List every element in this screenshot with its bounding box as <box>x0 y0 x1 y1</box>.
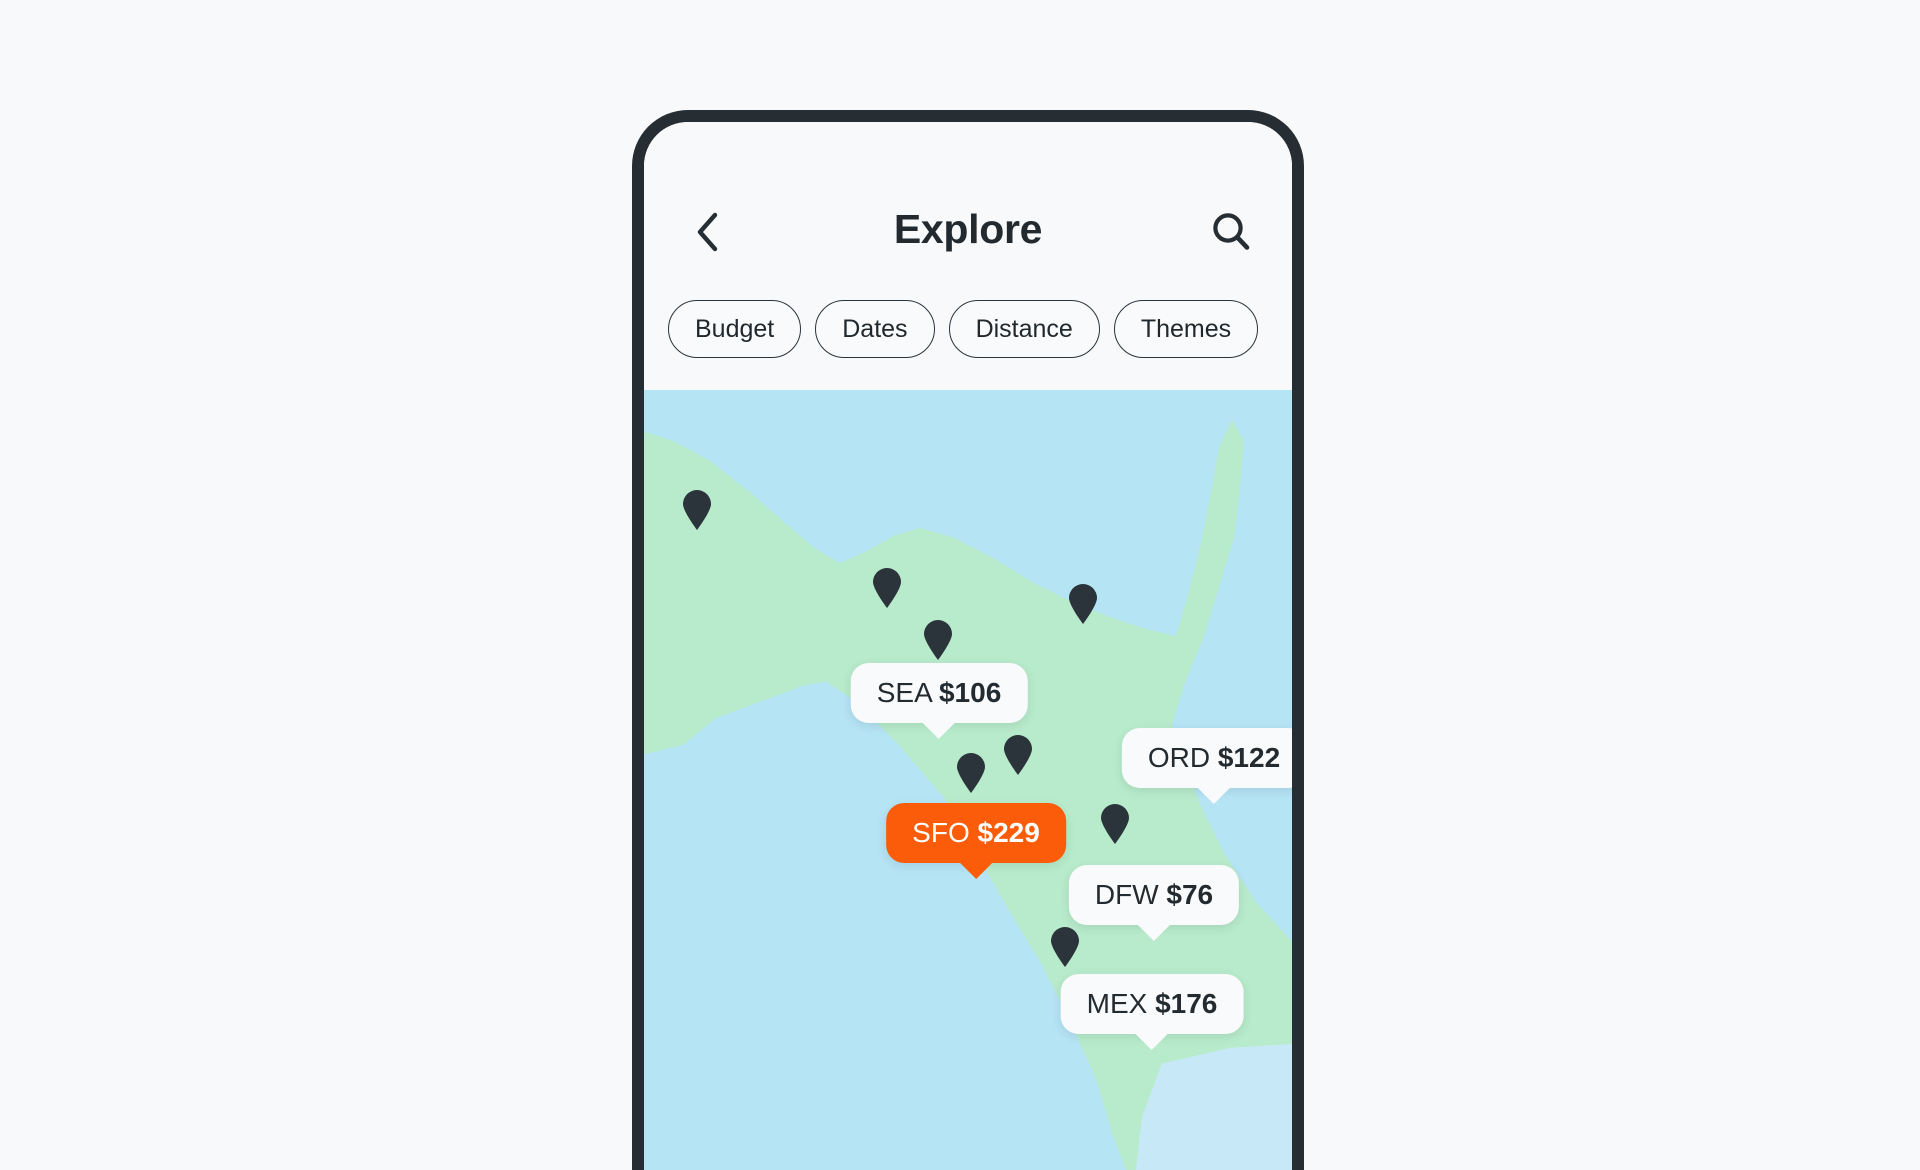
airport-code: SFO <box>912 817 978 848</box>
filter-chip-row: Budget Dates Distance Themes <box>668 300 1292 358</box>
price-bubble-mex[interactable]: MEX $176 <box>1060 974 1244 1050</box>
filter-chip-label: Budget <box>695 314 775 343</box>
filter-chip-label: Dates <box>842 314 908 343</box>
map-pin-1[interactable] <box>682 490 712 530</box>
phone-device-frame: Explore Budget Dates Distance Themes SEA… <box>632 110 1304 1170</box>
map-canvas[interactable]: SEA $106 ORD $122 SFO $229 DFW $76 MEX $… <box>644 390 1292 1170</box>
app-header: Explore Budget Dates Distance Themes <box>644 122 1292 390</box>
search-button[interactable] <box>1204 204 1258 260</box>
search-icon <box>1209 210 1253 254</box>
map-pin-2[interactable] <box>872 568 902 608</box>
navigation-bar: Explore <box>644 200 1292 266</box>
filter-chip-themes[interactable]: Themes <box>1113 300 1259 358</box>
map-pin-4[interactable] <box>923 620 953 660</box>
price-bubble-sfo[interactable]: SFO $229 <box>886 803 1066 879</box>
price-bubble-ord[interactable]: ORD $122 <box>1121 728 1292 804</box>
filter-chip-budget[interactable]: Budget <box>668 300 802 358</box>
map-pin-8[interactable] <box>1050 927 1080 967</box>
price-bubble-sea[interactable]: SEA $106 <box>850 663 1028 739</box>
price-amount: $106 <box>938 677 1002 708</box>
airport-code: DFW <box>1094 879 1167 910</box>
price-amount: $122 <box>1217 742 1281 773</box>
filter-chip-dates[interactable]: Dates <box>815 300 935 358</box>
price-amount: $229 <box>977 817 1040 848</box>
filter-chip-distance[interactable]: Distance <box>948 300 1100 358</box>
airport-code: MEX <box>1086 988 1156 1019</box>
map-pin-6[interactable] <box>1003 735 1033 775</box>
price-amount: $76 <box>1166 879 1214 910</box>
filter-chip-label: Distance <box>975 314 1073 343</box>
filter-chip-label: Themes <box>1140 314 1232 343</box>
price-bubble-dfw[interactable]: DFW $76 <box>1068 865 1240 941</box>
page-title: Explore <box>893 206 1043 252</box>
map-pin-7[interactable] <box>1100 804 1130 844</box>
airport-code: ORD <box>1147 742 1218 773</box>
map-pin-3[interactable] <box>1068 584 1098 624</box>
airport-code: SEA <box>876 677 939 708</box>
map-pin-5[interactable] <box>956 753 986 793</box>
price-amount: $176 <box>1155 988 1218 1019</box>
